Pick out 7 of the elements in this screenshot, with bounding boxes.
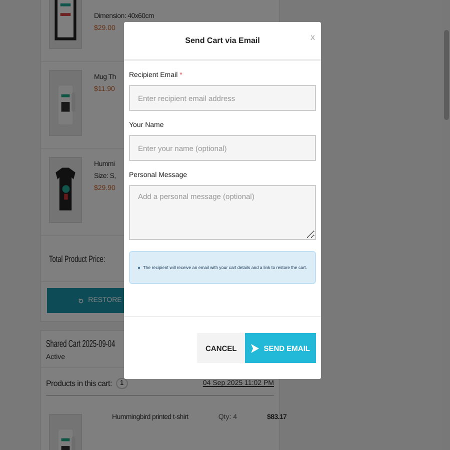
dialog-title: Send Cart via Email [185, 36, 260, 45]
cart-title: Shared Cart 2025-09-04 [46, 339, 116, 350]
close-button[interactable]: x [308, 32, 317, 42]
products-label: Products in this cart: [46, 379, 112, 388]
restore-icon [78, 298, 84, 304]
total-label: Total Product Price: [49, 254, 106, 264]
send-icon [250, 344, 259, 352]
